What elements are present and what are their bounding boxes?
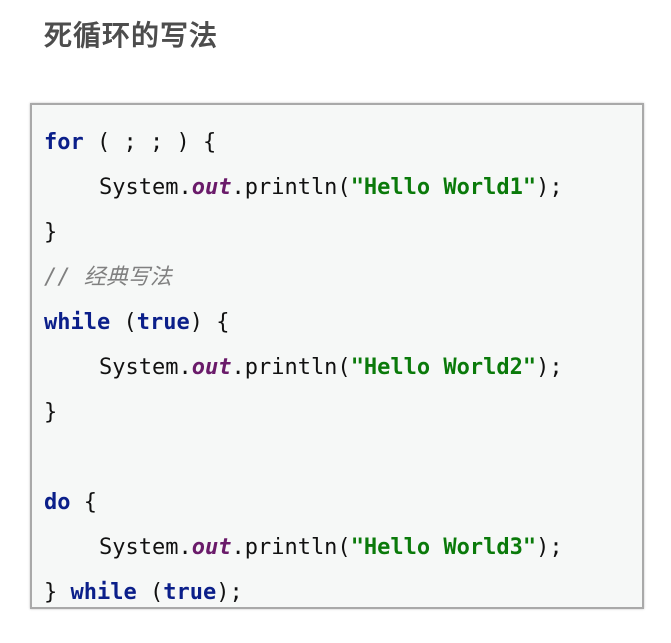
code-line-println-1: System.out.println("Hello World1"); — [44, 168, 563, 213]
println-text: .println( — [231, 175, 351, 200]
code-line-println-2: System.out.println("Hello World2"); — [44, 348, 563, 393]
code-line-do-while-end: } while (true); — [44, 573, 563, 618]
code-line-close-1: } — [44, 213, 563, 258]
code-line-while: while (true) { — [44, 303, 563, 348]
string-literal-1: "Hello World1" — [350, 175, 537, 200]
for-header: ( ; ; ) { — [83, 130, 217, 155]
open-paren: ( — [110, 310, 137, 335]
keyword-while: while — [44, 310, 111, 335]
close-brace: } — [44, 580, 71, 605]
do-header-rest: { — [70, 490, 97, 515]
code-line-println-3: System.out.println("Hello World3"); — [44, 528, 563, 573]
close-paren: ); — [216, 580, 243, 605]
close-brace: } — [44, 400, 58, 425]
out-field: out — [191, 355, 232, 380]
close-paren: ); — [536, 355, 563, 380]
close-brace: } — [44, 220, 58, 245]
code-line-comment: // 经典写法 — [44, 258, 563, 303]
open-paren: ( — [136, 580, 164, 605]
close-paren: ); — [536, 175, 563, 200]
comment-text: // 经典写法 — [44, 265, 172, 290]
keyword-true: true — [163, 580, 217, 605]
close-paren: ); — [536, 535, 563, 560]
out-field: out — [191, 535, 232, 560]
keyword-true: true — [136, 310, 190, 335]
code-line-do: do { — [44, 483, 563, 528]
keyword-for: for — [44, 130, 84, 155]
keyword-do: do — [44, 490, 71, 515]
while-header-rest: ) { — [189, 310, 230, 335]
system-text: System. — [99, 535, 192, 560]
code-block: for ( ; ; ) { System.out.println("Hello … — [30, 103, 644, 609]
println-text: .println( — [231, 355, 351, 380]
println-text: .println( — [231, 535, 351, 560]
string-literal-3: "Hello World3" — [350, 535, 537, 560]
string-literal-2: "Hello World2" — [350, 355, 537, 380]
system-text: System. — [99, 175, 192, 200]
page-title: 死循环的写法 — [44, 19, 219, 52]
code-content: for ( ; ; ) { System.out.println("Hello … — [44, 123, 563, 618]
keyword-while: while — [70, 580, 137, 605]
code-line-close-2: } — [44, 393, 563, 438]
code-line-for: for ( ; ; ) { — [44, 123, 563, 168]
out-field: out — [191, 175, 232, 200]
system-text: System. — [99, 355, 192, 380]
